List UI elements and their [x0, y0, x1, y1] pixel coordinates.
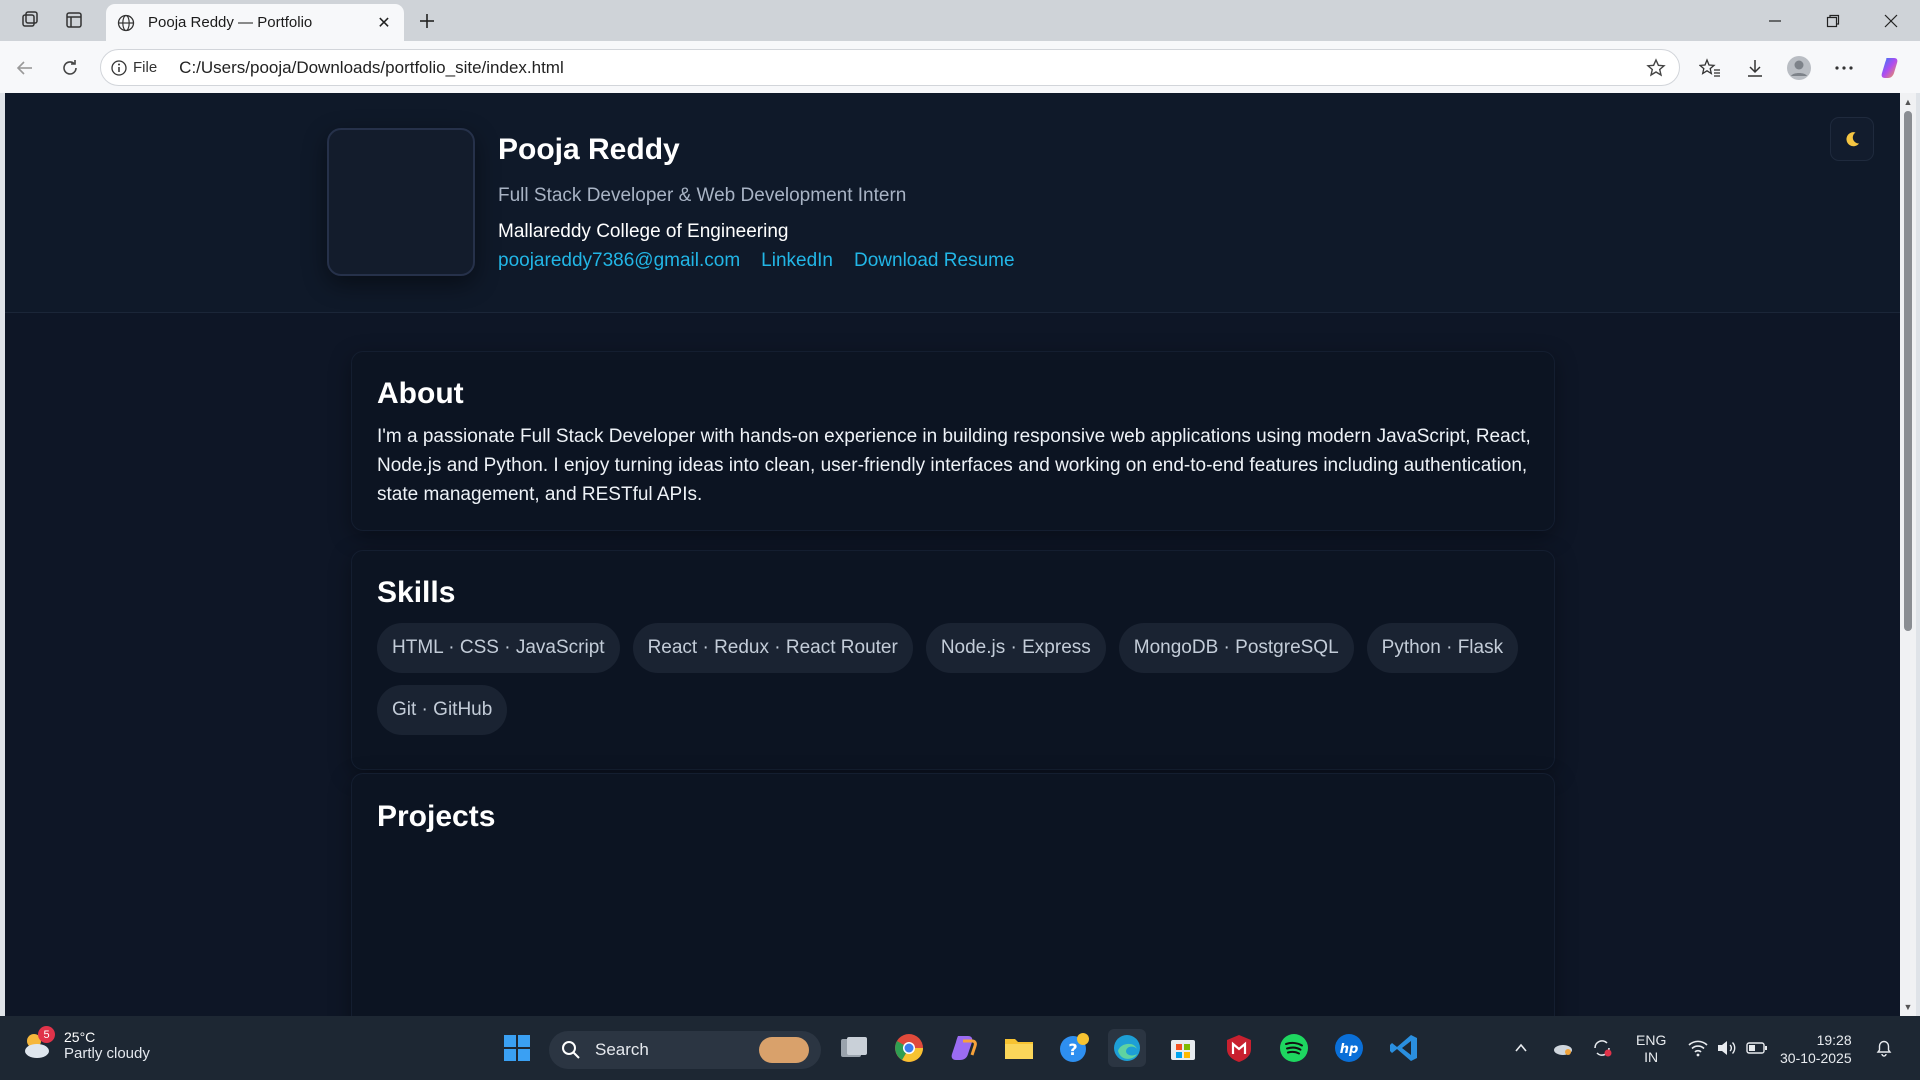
download-resume-link[interactable]: Download Resume [854, 250, 1015, 272]
skills-section: Skills HTML · CSS · JavaScript React · R… [351, 550, 1555, 770]
projects-section: Projects [351, 773, 1555, 1016]
skills-heading: Skills [377, 576, 456, 609]
svg-text:hp: hp [1340, 1042, 1359, 1057]
partly-cloudy-icon: 5 [20, 1026, 55, 1062]
profile-name: Pooja Reddy [498, 133, 680, 166]
scroll-down-icon[interactable]: ▼ [1903, 1002, 1913, 1012]
hero-header: Pooja Reddy Full Stack Developer & Web D… [5, 93, 1900, 313]
taskbar-search[interactable]: Search [549, 1031, 821, 1069]
mcafee-icon[interactable] [1220, 1029, 1258, 1067]
skill-chip: Git · GitHub [377, 685, 508, 735]
globe-icon [116, 13, 136, 33]
scheme-label: File [133, 59, 158, 76]
hp-icon[interactable]: hp [1330, 1029, 1368, 1067]
help-icon[interactable]: ? [1055, 1029, 1093, 1067]
wifi-icon[interactable] [1687, 1016, 1709, 1080]
region-code: IN [1644, 1049, 1659, 1065]
skill-chip: React · Redux · React Router [632, 623, 913, 673]
skills-list: HTML · CSS · JavaScript React · Redux · … [377, 623, 1537, 735]
onedrive-icon[interactable] [1552, 1016, 1574, 1080]
about-heading: About [377, 377, 464, 410]
clock-date: 30-10-2025 [1780, 1050, 1852, 1066]
address-url[interactable]: C:/Users/pooja/Downloads/portfolio_site/… [179, 58, 564, 78]
weather-temp: 25°C [64, 1028, 96, 1045]
minimize-icon[interactable] [1752, 6, 1798, 36]
file-explorer-icon[interactable] [1000, 1029, 1038, 1067]
task-view-icon[interactable] [835, 1029, 873, 1067]
search-highlight-image [759, 1037, 809, 1063]
browser-toolbar: File C:/Users/pooja/Downloads/portfolio_… [0, 41, 1920, 93]
profile-role: Full Stack Developer & Web Development I… [498, 185, 907, 206]
skill-chip: Node.js · Express [925, 623, 1106, 673]
projects-heading: Projects [377, 800, 496, 833]
clock-time: 19:28 [1816, 1032, 1852, 1048]
about-text: I'm a passionate Full Stack Developer wi… [377, 426, 1531, 505]
linkedin-link[interactable]: LinkedIn [761, 250, 833, 272]
battery-icon[interactable] [1746, 1016, 1768, 1080]
chevron-up-icon [1515, 1043, 1527, 1052]
moon-icon [1846, 132, 1859, 147]
favorite-star-icon[interactable] [1645, 57, 1667, 79]
sync-icon[interactable] [1591, 1016, 1613, 1080]
scroll-up-icon[interactable]: ▲ [1903, 97, 1913, 107]
language-code: ENG [1636, 1032, 1667, 1048]
search-label: Search [595, 1040, 649, 1059]
close-tab-icon[interactable]: ✕ [374, 13, 394, 33]
edge-icon[interactable] [1108, 1029, 1146, 1067]
contact-links: poojareddy7386@gmail.com LinkedIn Downlo… [498, 250, 1015, 272]
close-window-icon[interactable] [1868, 6, 1914, 36]
vscode-icon[interactable] [1385, 1029, 1423, 1067]
windows-logo-icon [504, 1035, 530, 1061]
active-tab[interactable]: Pooja Reddy — Portfolio ✕ [106, 4, 404, 41]
store-icon[interactable] [1164, 1029, 1202, 1067]
site-info-button[interactable]: File [111, 59, 157, 76]
search-icon [562, 1041, 580, 1059]
svg-text:?: ? [1068, 1040, 1077, 1059]
profile-avatar-icon[interactable] [1784, 53, 1814, 83]
copilot-app-icon[interactable] [945, 1029, 983, 1067]
info-icon [111, 59, 127, 76]
weather-widget[interactable]: 5 25°C Partly cloudy [20, 1026, 150, 1062]
volume-icon[interactable] [1716, 1016, 1738, 1080]
skill-chip: MongoDB · PostgreSQL [1118, 623, 1354, 673]
spotify-icon[interactable] [1275, 1029, 1313, 1067]
profile-college: Mallareddy College of Engineering [498, 221, 789, 242]
skill-chip: Python · Flask [1366, 623, 1519, 673]
restore-icon[interactable] [1810, 6, 1856, 36]
skill-chip: HTML · CSS · JavaScript [377, 623, 620, 673]
tab-title: Pooja Reddy — Portfolio [148, 14, 313, 31]
notifications-icon[interactable] [1874, 1016, 1894, 1080]
start-button[interactable] [498, 1029, 536, 1067]
vertical-tabs-icon[interactable] [60, 8, 88, 32]
system-clock[interactable]: 19:28 30-10-2025 [1780, 1031, 1852, 1067]
page-viewport: Pooja Reddy Full Stack Developer & Web D… [5, 93, 1900, 1016]
downloads-icon[interactable] [1740, 53, 1770, 83]
chrome-icon[interactable] [890, 1029, 928, 1067]
back-icon[interactable] [10, 53, 40, 83]
weather-condition: Partly cloudy [64, 1044, 150, 1062]
workspaces-icon[interactable] [16, 8, 44, 32]
more-options-icon[interactable] [1829, 53, 1859, 83]
new-tab-button[interactable] [412, 8, 442, 34]
browser-tab-bar: Pooja Reddy — Portfolio ✕ [0, 0, 1920, 41]
scroll-thumb[interactable] [1904, 111, 1912, 631]
email-link[interactable]: poojareddy7386@gmail.com [498, 250, 740, 272]
profile-photo-placeholder [327, 128, 475, 276]
address-bar[interactable]: File C:/Users/pooja/Downloads/portfolio_… [100, 49, 1680, 86]
language-indicator[interactable]: ENG IN [1636, 1032, 1666, 1066]
about-section: About I'm a passionate Full Stack Develo… [351, 351, 1555, 531]
theme-toggle-button[interactable] [1830, 117, 1874, 161]
show-hidden-icons[interactable] [1513, 1016, 1529, 1080]
copilot-icon[interactable] [1876, 53, 1906, 83]
weather-alert-badge: 5 [38, 1026, 55, 1043]
windows-taskbar: 5 25°C Partly cloudy Search ? hp ENG IN … [0, 1016, 1920, 1080]
favorites-icon[interactable] [1695, 53, 1725, 83]
reload-icon[interactable] [55, 53, 85, 83]
page-scrollbar[interactable]: ▲ ▼ [1900, 93, 1916, 1016]
